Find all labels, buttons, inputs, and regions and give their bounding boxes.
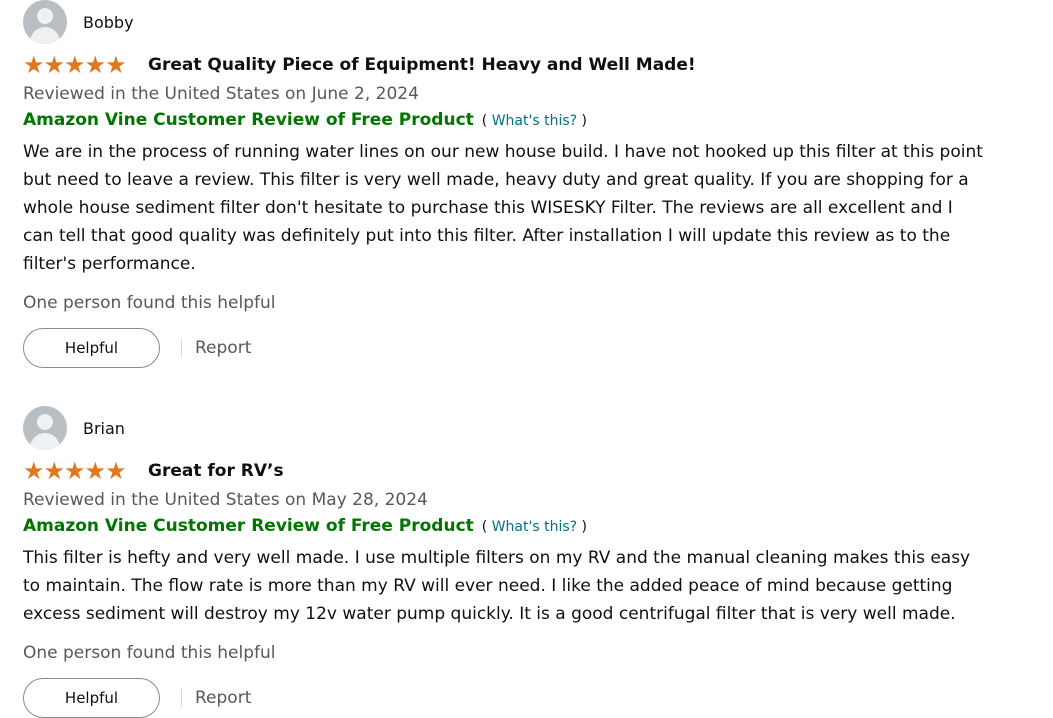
avatar-shoulders [30, 433, 60, 450]
whats-this-link[interactable]: What's this? [492, 519, 577, 535]
star-icon: ★ [105, 457, 127, 485]
avatar-head [37, 414, 53, 430]
reviewer-name[interactable]: Brian [83, 419, 125, 438]
star-icon: ★ [23, 51, 45, 79]
star-icon: ★ [105, 51, 127, 79]
helpful-count: One person found this helpful [23, 643, 276, 663]
avatar-shoulders [30, 27, 60, 44]
review-title-row: ★ ★ ★ ★ ★ Great Quality Piece of Equipme… [23, 52, 1023, 78]
action-divider [181, 339, 182, 357]
star-icon: ★ [84, 51, 107, 79]
review-body: This filter is hefty and very well made.… [23, 548, 971, 624]
avatar-icon [23, 406, 67, 450]
vine-badge-row: Amazon Vine Customer Review of Free Prod… [23, 512, 1023, 540]
star-icon: ★ [64, 457, 86, 485]
review-date: Reviewed in the United States on June 2,… [23, 84, 419, 104]
vine-label: Amazon Vine Customer Review of Free Prod… [23, 110, 474, 130]
review-card: Brian ★ ★ ★ ★ ★ Great for RV’s Reviewed … [23, 406, 1023, 718]
avatar-head [37, 8, 53, 24]
star-icon: ★ [64, 51, 86, 79]
whats-this-open-paren: ( [481, 519, 488, 535]
star-icon: ★ [43, 457, 66, 485]
reviewer-profile[interactable]: Brian [23, 406, 1023, 450]
star-rating[interactable]: ★ ★ ★ ★ ★ [23, 51, 135, 79]
star-icon: ★ [23, 457, 45, 485]
whats-this-link[interactable]: What's this? [492, 113, 577, 129]
review-card: Bobby ★ ★ ★ ★ ★ Great Quality Piece of E… [23, 0, 1023, 368]
review-title[interactable]: Great Quality Piece of Equipment! Heavy … [148, 55, 696, 75]
helpful-count: One person found this helpful [23, 293, 276, 313]
helpful-button[interactable]: Helpful [23, 678, 160, 718]
avatar-icon [23, 0, 67, 44]
review-actions: Helpful Report [23, 678, 1023, 718]
helpful-button[interactable]: Helpful [23, 328, 160, 368]
reviewer-profile[interactable]: Bobby [23, 0, 1023, 44]
review-date: Reviewed in the United States on May 28,… [23, 490, 428, 510]
whats-this-open-paren: ( [481, 113, 488, 129]
whats-this-close-paren: ) [581, 519, 587, 535]
reviewer-name[interactable]: Bobby [83, 13, 134, 32]
action-divider [181, 689, 182, 707]
vine-label: Amazon Vine Customer Review of Free Prod… [23, 516, 474, 536]
report-link[interactable]: Report [195, 338, 251, 358]
whats-this-wrapper: ( What's this? ) [482, 107, 587, 135]
star-rating[interactable]: ★ ★ ★ ★ ★ [23, 457, 135, 485]
star-icon: ★ [84, 457, 107, 485]
whats-this-wrapper: ( What's this? ) [482, 513, 587, 541]
star-icon: ★ [43, 51, 66, 79]
report-link[interactable]: Report [195, 688, 251, 708]
review-body: We are in the process of running water l… [23, 142, 983, 274]
review-title[interactable]: Great for RV’s [148, 461, 284, 481]
whats-this-close-paren: ) [581, 113, 587, 129]
vine-badge-row: Amazon Vine Customer Review of Free Prod… [23, 106, 1023, 134]
review-actions: Helpful Report [23, 328, 1023, 368]
review-title-row: ★ ★ ★ ★ ★ Great for RV’s [23, 458, 1023, 484]
